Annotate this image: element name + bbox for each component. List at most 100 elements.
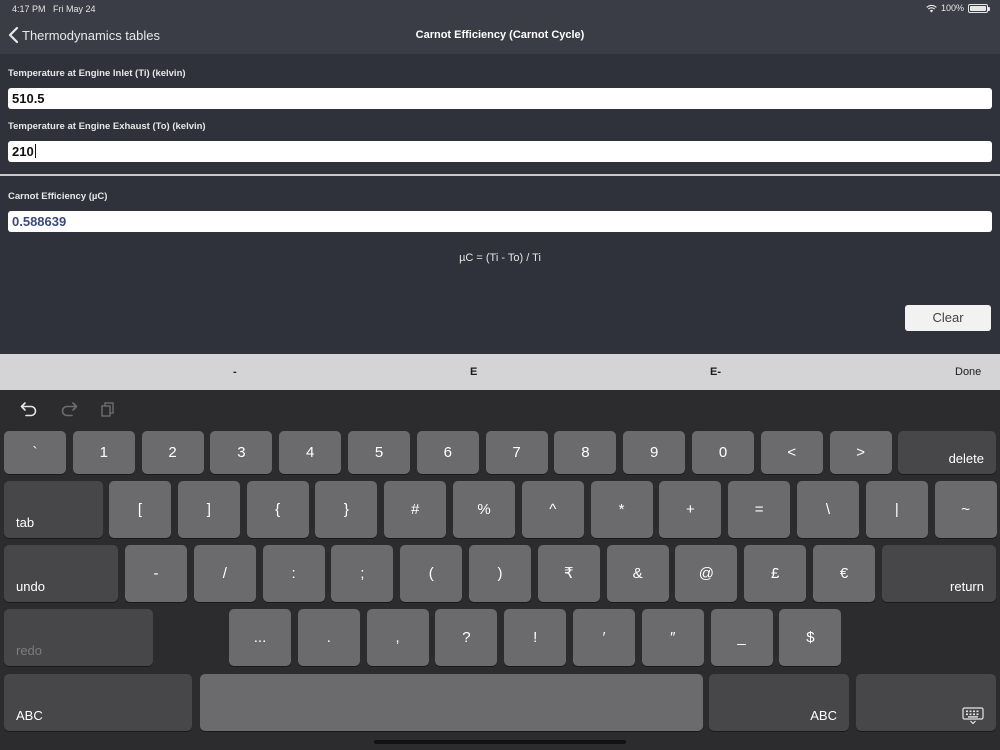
- key-hash[interactable]: #: [384, 481, 447, 538]
- minus-button[interactable]: -: [233, 366, 237, 378]
- key-key5[interactable]: 5: [348, 431, 410, 474]
- key-dollar[interactable]: $: [779, 609, 842, 666]
- key-key2-label: 2: [168, 444, 177, 461]
- key-ellipsis[interactable]: ...: [229, 609, 291, 666]
- wifi-icon: [926, 4, 937, 12]
- key-backslash[interactable]: \: [797, 481, 859, 538]
- space-bar[interactable]: [200, 674, 703, 731]
- abc-key-left[interactable]: ABC: [4, 674, 192, 731]
- key-key6-label: ″: [670, 629, 676, 646]
- key-left-brace[interactable]: {: [246, 481, 309, 538]
- key-key6[interactable]: ₹: [537, 545, 600, 602]
- key-key8-label: 8: [581, 444, 590, 461]
- key-key3[interactable]: 3: [210, 431, 273, 474]
- key-asterisk[interactable]: *: [590, 481, 653, 538]
- undo-key-label: undo: [16, 579, 45, 594]
- key-key1[interactable]: 1: [72, 431, 135, 474]
- key-slash[interactable]: /: [193, 545, 256, 602]
- key-key3-label: 3: [237, 444, 246, 461]
- key-key6[interactable]: ″: [641, 609, 704, 666]
- key-greater-than[interactable]: >: [829, 431, 892, 474]
- key-key10[interactable]: €: [813, 545, 875, 602]
- key-right-brace[interactable]: }: [315, 481, 378, 538]
- key-underscore[interactable]: _: [710, 609, 773, 666]
- key-comma[interactable]: ,: [366, 609, 429, 666]
- key-left-paren[interactable]: (: [400, 545, 463, 602]
- undo-icon[interactable]: [20, 401, 38, 417]
- key-key8[interactable]: 8: [554, 431, 617, 474]
- key-key9-label: 9: [650, 444, 659, 461]
- hide-keyboard-key[interactable]: [856, 674, 996, 731]
- key-greater-than-label: >: [856, 444, 865, 461]
- return-key[interactable]: return: [882, 545, 996, 602]
- redo-key[interactable]: redo: [4, 609, 153, 666]
- exponent-button[interactable]: E: [470, 366, 477, 378]
- calculator-form: Temperature at Engine Inlet (Ti) (kelvin…: [0, 54, 1000, 354]
- done-button[interactable]: Done: [955, 366, 981, 378]
- key-key10[interactable]: 0: [692, 431, 754, 474]
- keyboard-hide-icon: [962, 707, 984, 725]
- key-pipe-label: |: [894, 501, 899, 518]
- key-right-bracket[interactable]: ]: [177, 481, 240, 538]
- key-key4[interactable]: 4: [279, 431, 342, 474]
- key-tilde-label: ~: [961, 501, 970, 518]
- key-percent[interactable]: %: [453, 481, 515, 538]
- delete-key-label: delete: [948, 451, 984, 466]
- key-at[interactable]: @: [675, 545, 738, 602]
- key-backtick[interactable]: `: [4, 431, 66, 474]
- carnot-efficiency-value: 0.588639: [12, 214, 67, 229]
- abc-key-right[interactable]: ABC: [709, 674, 849, 731]
- inlet-temperature-input[interactable]: [12, 91, 988, 106]
- carnot-efficiency-label: Carnot Efficiency (µC): [8, 191, 108, 202]
- key-less-than[interactable]: <: [760, 431, 823, 474]
- undo-key[interactable]: undo: [4, 545, 118, 602]
- key-exclamation[interactable]: !: [504, 609, 567, 666]
- key-key7[interactable]: 7: [485, 431, 548, 474]
- key-key2[interactable]: 2: [141, 431, 204, 474]
- key-equals[interactable]: =: [728, 481, 791, 538]
- battery-icon: [968, 3, 990, 13]
- key-colon[interactable]: :: [262, 545, 325, 602]
- exhaust-temperature-label: Temperature at Engine Exhaust (To) (kelv…: [8, 121, 206, 132]
- key-caret[interactable]: ^: [521, 481, 584, 538]
- key-right-paren[interactable]: ): [469, 545, 531, 602]
- clear-button[interactable]: Clear: [905, 305, 991, 331]
- key-period[interactable]: .: [297, 609, 360, 666]
- formula-text: µC = (Ti - To) / Ti: [459, 252, 541, 264]
- key-plus-label: +: [686, 501, 695, 518]
- key-key5[interactable]: ′: [573, 609, 635, 666]
- carnot-efficiency-field[interactable]: 0.588639: [8, 211, 992, 232]
- key-dollar-label: $: [806, 629, 815, 646]
- key-tilde[interactable]: ~: [934, 481, 997, 538]
- redo-key-label: redo: [16, 643, 43, 658]
- keyboard-accessory-bar: - E E- Done: [0, 354, 1000, 390]
- key-question[interactable]: ?: [435, 609, 498, 666]
- paste-icon[interactable]: [100, 401, 116, 417]
- key-left-bracket[interactable]: [: [109, 481, 171, 538]
- key-semicolon[interactable]: ;: [331, 545, 394, 602]
- tab-key[interactable]: tab: [4, 481, 103, 538]
- key-left-paren-label: (: [428, 565, 434, 582]
- negative-exponent-button[interactable]: E-: [710, 366, 721, 378]
- exhaust-temperature-field[interactable]: 210: [8, 141, 992, 162]
- key-pipe[interactable]: |: [865, 481, 928, 538]
- key-key9[interactable]: 9: [623, 431, 686, 474]
- redo-icon[interactable]: [60, 401, 78, 417]
- home-indicator: [374, 740, 626, 744]
- key-ampersand[interactable]: &: [606, 545, 669, 602]
- key-key5-label: ′: [602, 629, 606, 646]
- key-key9[interactable]: £: [744, 545, 807, 602]
- key-plus[interactable]: +: [659, 481, 722, 538]
- key-key6[interactable]: 6: [416, 431, 479, 474]
- key-key6-label: 6: [443, 444, 452, 461]
- exhaust-temperature-value[interactable]: 210: [12, 144, 34, 159]
- key-minus[interactable]: -: [125, 545, 187, 602]
- navigation-bar: Thermodynamics tables Carnot Efficiency …: [0, 18, 1000, 54]
- key-caret-label: ^: [549, 501, 557, 518]
- status-time: 4:17 PM: [12, 4, 46, 14]
- key-backslash-label: \: [825, 501, 831, 518]
- key-backtick-label: `: [32, 444, 38, 461]
- inlet-temperature-field[interactable]: [8, 88, 992, 109]
- status-right: 100%: [926, 3, 990, 13]
- delete-key[interactable]: delete: [898, 431, 996, 474]
